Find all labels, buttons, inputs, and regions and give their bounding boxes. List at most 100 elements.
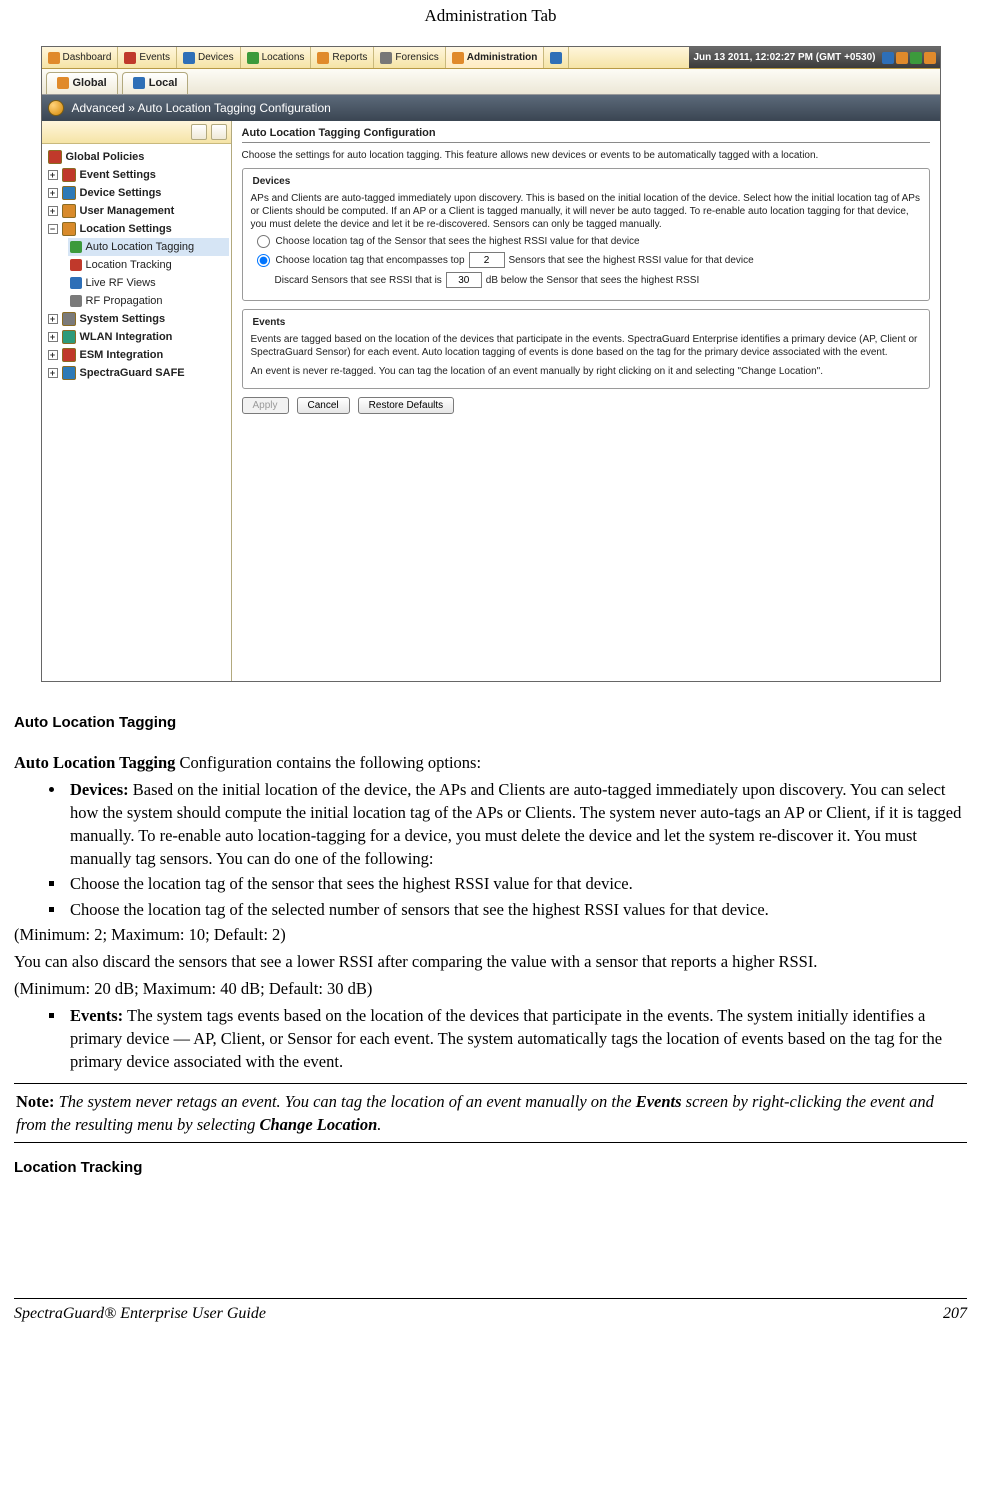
radio-1[interactable]	[257, 235, 270, 248]
expander-icon[interactable]: −	[48, 224, 58, 234]
tab-devices[interactable]: Devices	[177, 47, 241, 68]
footer-title: SpectraGuard® Enterprise User Guide	[14, 1303, 266, 1325]
expander-icon[interactable]: +	[48, 350, 58, 360]
sub-tabbar: Global Local	[42, 69, 940, 95]
apply-button[interactable]: Apply	[242, 397, 289, 414]
note-block: Note: The system never retags an event. …	[14, 1083, 967, 1143]
status-datetime: Jun 13 2011, 12:02:27 PM (GMT +0530)	[693, 52, 875, 63]
tree-node-event-settings[interactable]: + Event Settings	[46, 166, 229, 184]
tab-forensics[interactable]: Forensics	[374, 47, 445, 68]
expander-icon[interactable]: +	[48, 368, 58, 378]
tree-children-location: Auto Location Tagging Location Tracking …	[68, 238, 229, 310]
tab-reports[interactable]: Reports	[311, 47, 374, 68]
tree-root[interactable]: Global Policies	[46, 148, 229, 166]
restore-defaults-button[interactable]: Restore Defaults	[358, 397, 454, 414]
tree-node-system-settings[interactable]: + System Settings	[46, 310, 229, 328]
top-sensors-spinner[interactable]	[469, 252, 505, 268]
tree-label: Live RF Views	[86, 276, 156, 290]
folder-icon	[62, 366, 76, 380]
square-list-2: Events: The system tags events based on …	[14, 1004, 967, 1073]
tree-label: User Management	[80, 204, 175, 218]
tree-leaf-rf-propagation[interactable]: RF Propagation	[68, 292, 229, 310]
tab-label: Forensics	[395, 52, 438, 63]
tree-node-spectraguard-safe[interactable]: + SpectraGuard SAFE	[46, 364, 229, 382]
admin-icon	[452, 52, 464, 64]
tree-node-wlan-integration[interactable]: + WLAN Integration	[46, 328, 229, 346]
discard-db-spinner[interactable]	[446, 272, 482, 288]
tree-label: Device Settings	[80, 186, 162, 200]
tab-label: Events	[139, 52, 170, 63]
status-icon-1[interactable]	[882, 52, 894, 64]
tree-root-label: Global Policies	[66, 150, 145, 164]
cancel-button[interactable]: Cancel	[297, 397, 350, 414]
tree-label: SpectraGuard SAFE	[80, 366, 185, 380]
tab-label: Devices	[198, 52, 234, 63]
bullet-devices: Devices: Based on the initial location o…	[66, 778, 967, 870]
radio-1-label: Choose location tag of the Sensor that s…	[276, 235, 640, 248]
tab-locations[interactable]: Locations	[241, 47, 312, 68]
tree-label: Location Settings	[80, 222, 172, 236]
subtab-global[interactable]: Global	[46, 72, 118, 94]
sidebar-tool-2[interactable]	[211, 124, 227, 140]
tree-leaf-live-rf-views[interactable]: Live RF Views	[68, 274, 229, 292]
expander-icon[interactable]: +	[48, 170, 58, 180]
radio-option-highest-rssi[interactable]: Choose location tag of the Sensor that s…	[257, 235, 921, 248]
tab-administration[interactable]: Administration	[446, 47, 545, 68]
tree-node-user-management[interactable]: + User Management	[46, 202, 229, 220]
subtab-local[interactable]: Local	[122, 72, 189, 94]
range-1: (Minimum: 2; Maximum: 10; Default: 2)	[14, 923, 967, 946]
document-body: Auto Location Tagging Auto Location Tagg…	[10, 712, 971, 1326]
folder-icon	[62, 222, 76, 236]
sidebar: Global Policies + Event Settings + Devic…	[42, 121, 232, 681]
radio-option-top-sensors[interactable]: Choose location tag that encompasses top…	[257, 252, 921, 268]
view-icon	[70, 277, 82, 289]
bullet-events: Events: The system tags events based on …	[66, 1004, 967, 1073]
tree-leaf-location-tracking[interactable]: Location Tracking	[68, 256, 229, 274]
tab-extra[interactable]	[544, 47, 569, 68]
radio-2-label-a: Choose location tag that encompasses top	[276, 254, 465, 267]
extra-icon	[550, 52, 562, 64]
panel-title: Auto Location Tagging Configuration	[242, 127, 930, 143]
bullet-events-text: The system tags events based on the loca…	[70, 1006, 942, 1071]
discard-label-b: dB below the Sensor that sees the highes…	[486, 274, 699, 287]
fieldset-devices: Devices APs and Clients are auto-tagged …	[242, 168, 930, 301]
page-footer: SpectraGuard® Enterprise User Guide 207	[14, 1298, 967, 1325]
expander-icon[interactable]: +	[48, 314, 58, 324]
expander-icon[interactable]: +	[48, 206, 58, 216]
note-lead: Note:	[16, 1092, 54, 1111]
expander-icon[interactable]: +	[48, 332, 58, 342]
tab-label: Reports	[332, 52, 367, 63]
bullet-list: Devices: Based on the initial location o…	[14, 778, 967, 870]
sidebar-tool-1[interactable]	[191, 124, 207, 140]
square-item-2: Choose the location tag of the selected …	[66, 898, 967, 921]
tab-dashboard[interactable]: Dashboard	[42, 47, 119, 68]
subtab-label: Global	[73, 77, 107, 89]
main-tabbar: Dashboard Events Devices Locations Repor…	[42, 47, 940, 69]
reports-icon	[317, 52, 329, 64]
tree-label: Auto Location Tagging	[86, 240, 195, 254]
locations-icon	[247, 52, 259, 64]
bullet-devices-lead: Devices:	[70, 780, 129, 799]
status-icon-2[interactable]	[896, 52, 908, 64]
status-icon-3[interactable]	[910, 52, 922, 64]
flag-icon	[70, 241, 82, 253]
panel-description: Choose the settings for auto location ta…	[242, 149, 930, 162]
footer-page-number: 207	[943, 1303, 967, 1325]
intro-paragraph: Auto Location Tagging Configuration cont…	[14, 751, 967, 774]
range-2: (Minimum: 20 dB; Maximum: 40 dB; Default…	[14, 977, 967, 1000]
globe-icon	[57, 77, 69, 89]
expander-icon[interactable]: +	[48, 188, 58, 198]
square-list: Choose the location tag of the sensor th…	[14, 872, 967, 920]
sidebar-toolbar	[42, 121, 231, 144]
tree-node-location-settings[interactable]: − Location Settings	[46, 220, 229, 238]
tab-label: Dashboard	[63, 52, 112, 63]
note-text-1: The system never retags an event. You ca…	[54, 1092, 635, 1111]
tab-events[interactable]: Events	[118, 47, 177, 68]
status-icon-4[interactable]	[924, 52, 936, 64]
tree-node-esm-integration[interactable]: + ESM Integration	[46, 346, 229, 364]
tree-leaf-auto-location-tagging[interactable]: Auto Location Tagging	[68, 238, 229, 256]
radio-2[interactable]	[257, 254, 270, 267]
tree-node-device-settings[interactable]: + Device Settings	[46, 184, 229, 202]
square-item-1: Choose the location tag of the sensor th…	[66, 872, 967, 895]
doc-header: Administration Tab	[10, 0, 971, 46]
